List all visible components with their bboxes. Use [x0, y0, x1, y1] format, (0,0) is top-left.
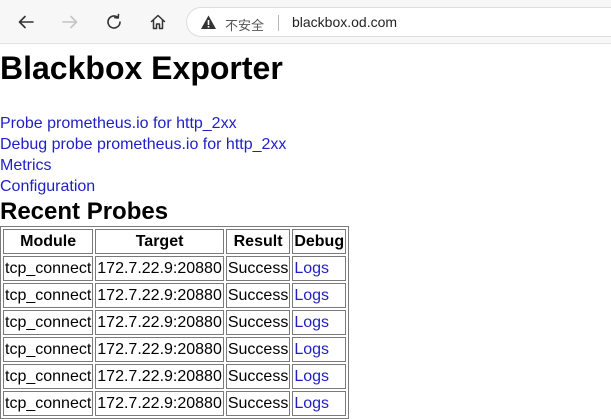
target-cell: 172.7.22.9:20880 [95, 256, 224, 281]
module-cell: tcp_connect [3, 391, 94, 416]
arrow-left-icon [18, 15, 34, 29]
debug-cell: Logs [292, 391, 347, 416]
url-text[interactable]: blackbox.od.com [292, 14, 397, 30]
debug-cell: Logs [292, 310, 347, 335]
debug-cell: Logs [292, 283, 347, 308]
address-divider [278, 15, 279, 31]
module-cell: tcp_connect [3, 337, 94, 362]
probe-link[interactable]: Probe prometheus.io for http_2xx [0, 113, 611, 134]
column-header-result: Result [225, 229, 291, 254]
target-cell: 172.7.22.9:20880 [95, 283, 224, 308]
module-cell: tcp_connect [3, 310, 94, 335]
logs-link[interactable]: Logs [294, 314, 329, 331]
result-cell: Success [225, 310, 291, 335]
metrics-link[interactable]: Metrics [0, 155, 611, 176]
module-cell: tcp_connect [3, 256, 94, 281]
table-row: tcp_connect 172.7.22.9:20880 Success Log… [3, 364, 347, 389]
result-cell: Success [225, 364, 291, 389]
debug-cell: Logs [292, 337, 347, 362]
target-cell: 172.7.22.9:20880 [95, 364, 224, 389]
recent-probes-table: Module Target Result Debug tcp_connect 1… [0, 226, 350, 419]
table-row: tcp_connect 172.7.22.9:20880 Success Log… [3, 310, 347, 335]
column-header-target: Target [95, 229, 224, 254]
table-row: tcp_connect 172.7.22.9:20880 Success Log… [3, 391, 347, 416]
warning-icon[interactable] [200, 14, 217, 31]
security-status-label[interactable]: 不安全 [225, 15, 264, 34]
module-cell: tcp_connect [3, 283, 94, 308]
reload-button[interactable] [100, 8, 128, 36]
table-row: tcp_connect 172.7.22.9:20880 Success Log… [3, 256, 347, 281]
page-title: Blackbox Exporter [0, 50, 283, 86]
column-header-debug: Debug [292, 229, 347, 254]
address-bar[interactable]: 不安全 blackbox.od.com [186, 7, 611, 37]
logs-link[interactable]: Logs [294, 287, 329, 304]
table-row: tcp_connect 172.7.22.9:20880 Success Log… [3, 283, 347, 308]
target-cell: 172.7.22.9:20880 [95, 310, 224, 335]
configuration-link[interactable]: Configuration [0, 176, 611, 197]
result-cell: Success [225, 283, 291, 308]
back-button[interactable] [12, 8, 40, 36]
target-cell: 172.7.22.9:20880 [95, 391, 224, 416]
forward-button[interactable] [56, 8, 84, 36]
target-cell: 172.7.22.9:20880 [95, 337, 224, 362]
debug-cell: Logs [292, 364, 347, 389]
logs-link[interactable]: Logs [294, 368, 329, 385]
reload-icon [107, 13, 121, 29]
recent-probes-heading: Recent Probes [0, 198, 169, 225]
module-cell: tcp_connect [3, 364, 94, 389]
home-icon [150, 14, 166, 30]
logs-link[interactable]: Logs [294, 395, 329, 412]
arrow-right-icon [62, 15, 78, 29]
result-cell: Success [225, 391, 291, 416]
link-list: Probe prometheus.io for http_2xx Debug p… [0, 113, 611, 197]
home-button[interactable] [144, 8, 172, 36]
result-cell: Success [225, 337, 291, 362]
table-row: tcp_connect 172.7.22.9:20880 Success Log… [3, 337, 347, 362]
table-header-row: Module Target Result Debug [3, 229, 347, 254]
browser-toolbar: 不安全 blackbox.od.com [0, 0, 611, 44]
column-header-module: Module [3, 229, 94, 254]
result-cell: Success [225, 256, 291, 281]
page-content: Blackbox Exporter Probe prometheus.io fo… [0, 44, 611, 419]
logs-link[interactable]: Logs [294, 260, 329, 277]
debug-cell: Logs [292, 256, 347, 281]
debug-probe-link[interactable]: Debug probe prometheus.io for http_2xx [0, 134, 611, 155]
logs-link[interactable]: Logs [294, 341, 329, 358]
